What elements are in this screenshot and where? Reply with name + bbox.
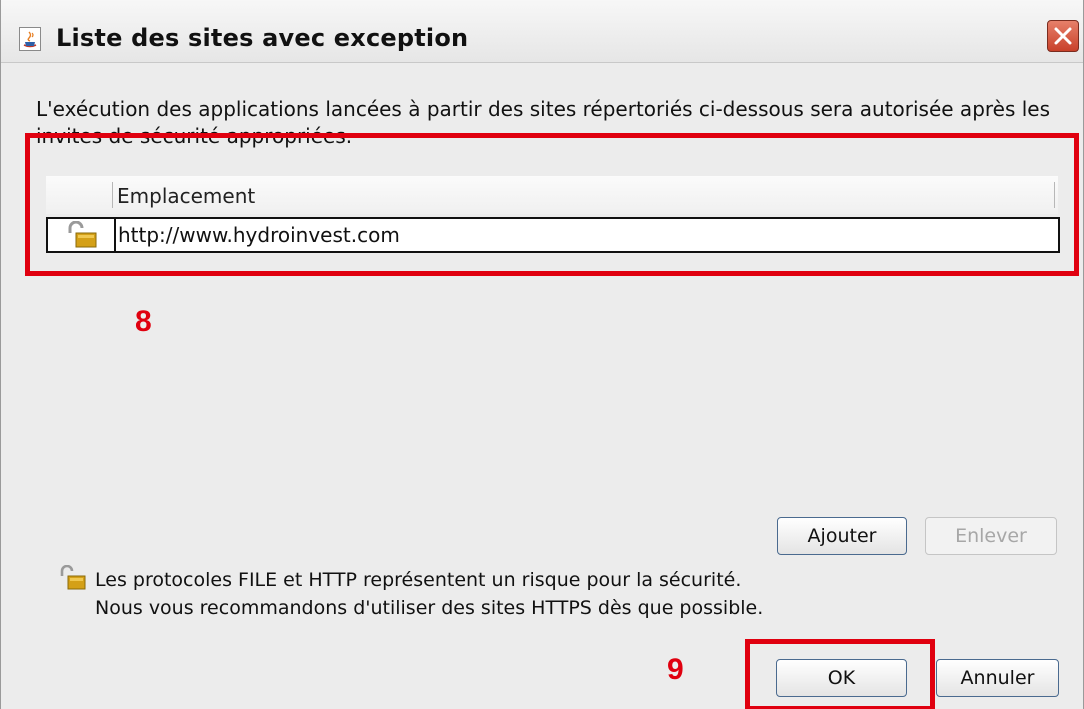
remove-button[interactable]: Enlever [925, 517, 1057, 555]
title-bar[interactable]: Liste des sites avec exception [1, 0, 1083, 63]
header-divider [1054, 182, 1055, 208]
close-button[interactable] [1047, 20, 1079, 52]
add-button[interactable]: Ajouter [777, 517, 907, 555]
step-number-9: 9 [667, 653, 684, 686]
warning-line-2: Nous vous recommandons d'utiliser des si… [95, 597, 764, 619]
header-divider [112, 182, 113, 208]
site-url-field[interactable] [118, 221, 1048, 249]
step-number-8: 8 [135, 305, 152, 338]
exception-site-table: Emplacement [46, 176, 1060, 258]
unlocked-padlock-icon [66, 220, 100, 254]
close-icon [1054, 27, 1072, 45]
description-line-1: L'exécution des applications lancées à p… [36, 97, 1051, 121]
description-text: L'exécution des applications lancées à p… [36, 96, 1051, 150]
exception-site-list-dialog: Liste des sites avec exception L'exécuti… [0, 0, 1084, 709]
security-warning: Les protocoles FILE et HTTP représentent… [95, 566, 763, 622]
column-header-location[interactable]: Emplacement [117, 184, 255, 208]
cell-divider [114, 219, 116, 251]
table-row[interactable] [46, 217, 1060, 253]
table-header: Emplacement [46, 176, 1058, 214]
window-title: Liste des sites avec exception [56, 24, 469, 52]
description-line-2: invites de sécurité appropriées. [36, 124, 353, 148]
cancel-button[interactable]: Annuler [936, 659, 1059, 697]
unlocked-padlock-icon [59, 564, 89, 596]
ok-button[interactable]: OK [776, 659, 907, 697]
warning-line-1: Les protocoles FILE et HTTP représentent… [95, 569, 742, 591]
java-icon [19, 27, 41, 51]
